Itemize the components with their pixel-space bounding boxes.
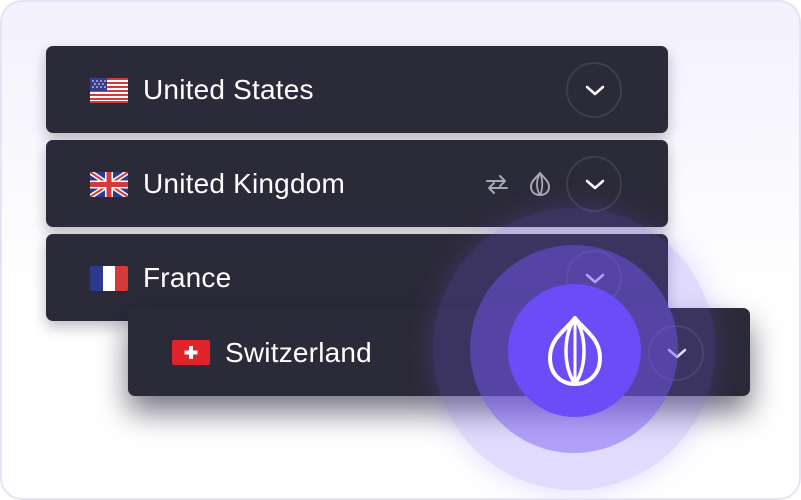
app-frame: United States United Kingdom France Swit… [0, 0, 801, 500]
swap-icon[interactable] [483, 172, 511, 201]
us-flag-icon [90, 78, 128, 103]
server-name: France [143, 262, 232, 293]
server-name: Switzerland [225, 337, 372, 368]
expand-button[interactable] [566, 156, 622, 212]
chevron-down-icon [585, 179, 605, 190]
server-name: United States [143, 74, 314, 105]
server-row-united-states[interactable]: United States [46, 46, 668, 133]
expand-button[interactable] [566, 62, 622, 118]
onion-connect-button[interactable] [508, 284, 641, 417]
ch-flag-icon [172, 340, 210, 365]
onion-icon[interactable] [528, 171, 552, 202]
chevron-down-icon [585, 85, 605, 96]
onion-icon [548, 316, 602, 386]
uk-flag-icon [90, 172, 128, 197]
server-name: United Kingdom [143, 168, 346, 199]
fr-flag-icon [90, 266, 128, 291]
